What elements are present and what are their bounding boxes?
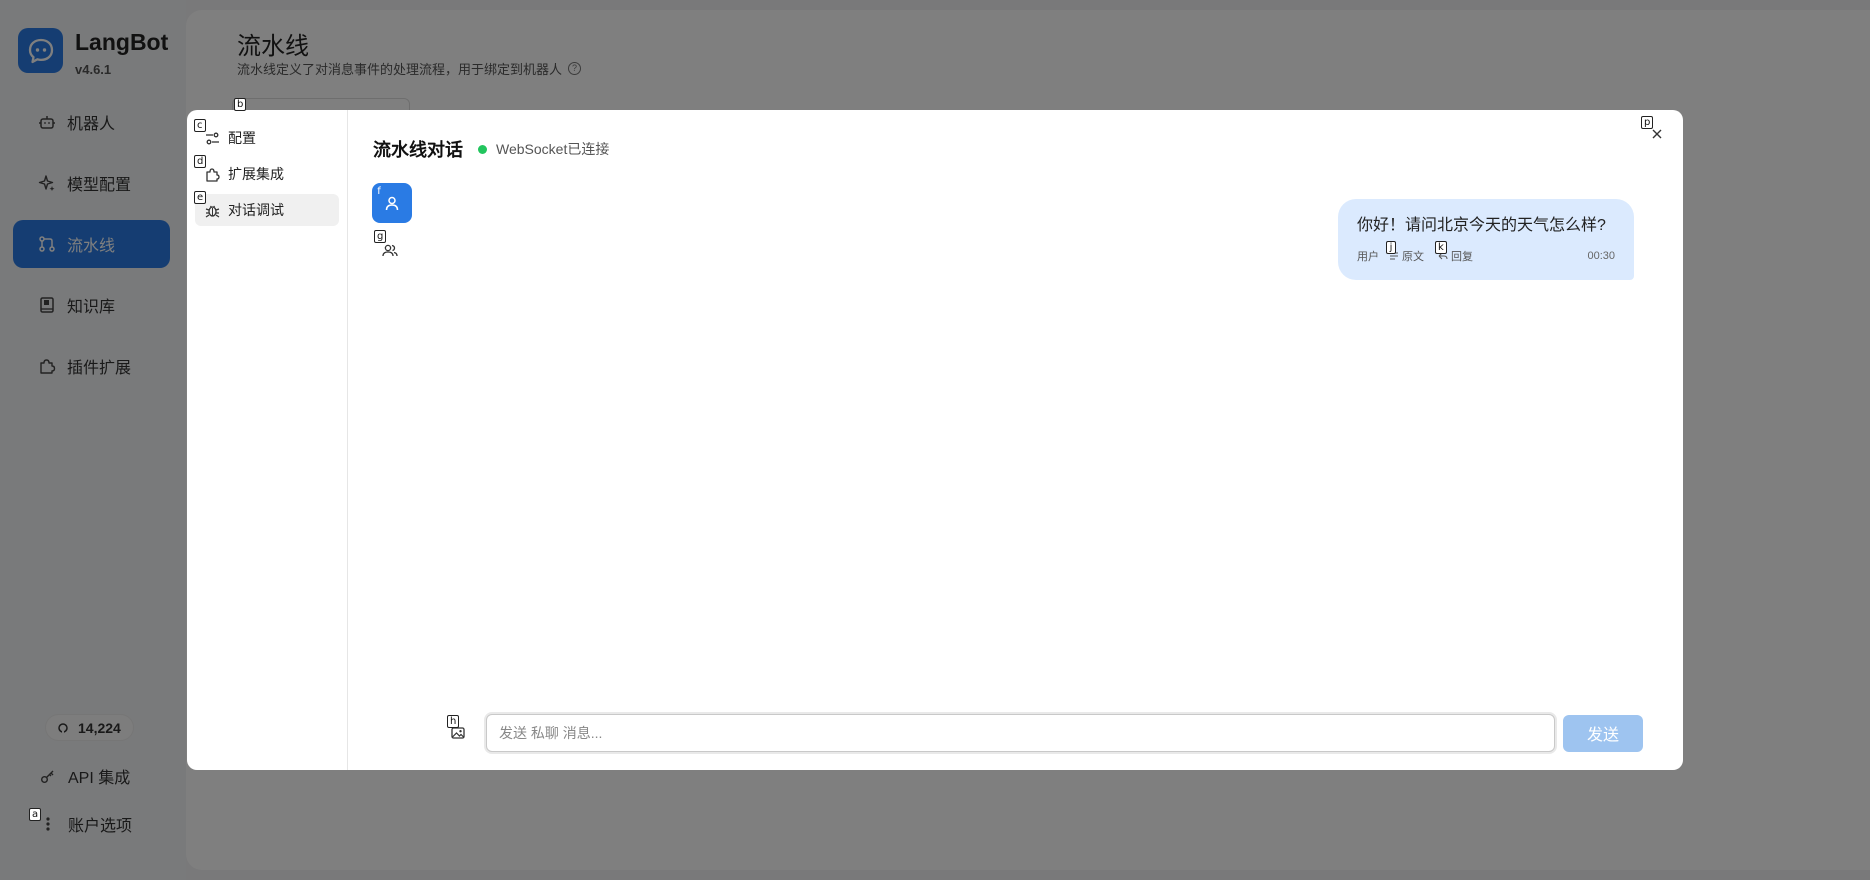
tab-chat-debug[interactable]: e 对话调试 xyxy=(194,191,339,226)
close-icon xyxy=(1652,129,1662,139)
send-button[interactable]: 发送 xyxy=(1563,714,1643,752)
settings-icon xyxy=(204,130,220,146)
shortcut-hint-d: d xyxy=(194,155,207,168)
tab-config[interactable]: c 配置 xyxy=(194,119,339,154)
message-role: 用户 xyxy=(1357,251,1379,263)
websocket-status: WebSocket已连接 xyxy=(478,139,609,159)
shortcut-hint-e: e xyxy=(194,191,207,204)
shortcut-hint-k: k xyxy=(1435,241,1447,254)
shortcut-hint-b: b xyxy=(234,98,247,111)
pipeline-dialog: c 配置 d 扩展集成 e 对话调试 流水线对话 WebSocket已连接 p … xyxy=(187,110,1683,770)
reply-button[interactable]: k 回复 xyxy=(1435,241,1473,264)
message-timestamp: 00:30 xyxy=(1587,250,1615,262)
shortcut-hint-c: c xyxy=(194,119,206,132)
status-dot-icon xyxy=(478,144,487,154)
shortcut-hint-h: h xyxy=(447,715,460,728)
shortcut-hint-j: j xyxy=(1386,241,1396,254)
upload-image-button[interactable]: h xyxy=(447,715,468,743)
user-icon xyxy=(385,196,399,211)
message-input[interactable] xyxy=(486,714,1555,752)
private-chat-mode-button[interactable]: f xyxy=(372,183,412,223)
group-chat-mode-button[interactable]: g xyxy=(374,230,402,262)
tab-extensions[interactable]: d 扩展集成 xyxy=(194,155,339,190)
puzzle-icon xyxy=(204,166,220,182)
message-meta: 用户 j 原文 k 回复 00:30 xyxy=(1357,241,1615,264)
chat-panel: 流水线对话 WebSocket已连接 p f g 你好！请问北京今天的天气怎么样… xyxy=(348,110,1683,770)
shortcut-hint-g: g xyxy=(374,230,387,243)
shortcut-hint-p: p xyxy=(1641,116,1654,129)
tab-chat-debug-label: 对话调试 xyxy=(228,202,284,218)
message-composer: h 发送 xyxy=(447,714,1643,752)
shortcut-hint-f: f xyxy=(374,185,384,198)
view-raw-button[interactable]: j 原文 xyxy=(1386,241,1424,264)
tab-extensions-label: 扩展集成 xyxy=(228,166,284,182)
users-icon xyxy=(382,244,398,257)
chat-title: 流水线对话 xyxy=(373,140,463,160)
shortcut-hint-a: a xyxy=(29,808,42,821)
dialog-sidebar: c 配置 d 扩展集成 e 对话调试 xyxy=(187,110,348,770)
websocket-status-text: WebSocket已连接 xyxy=(496,141,610,157)
user-message-bubble: 你好！请问北京今天的天气怎么样? 用户 j 原文 k 回复 00:30 xyxy=(1338,199,1634,280)
reply-label: 回复 xyxy=(1451,251,1473,263)
bug-icon xyxy=(204,202,220,218)
view-raw-label: 原文 xyxy=(1402,251,1424,263)
message-text: 你好！请问北京今天的天气怎么样? xyxy=(1357,217,1606,234)
tab-config-label: 配置 xyxy=(228,130,256,146)
close-button[interactable]: p xyxy=(1641,116,1669,146)
